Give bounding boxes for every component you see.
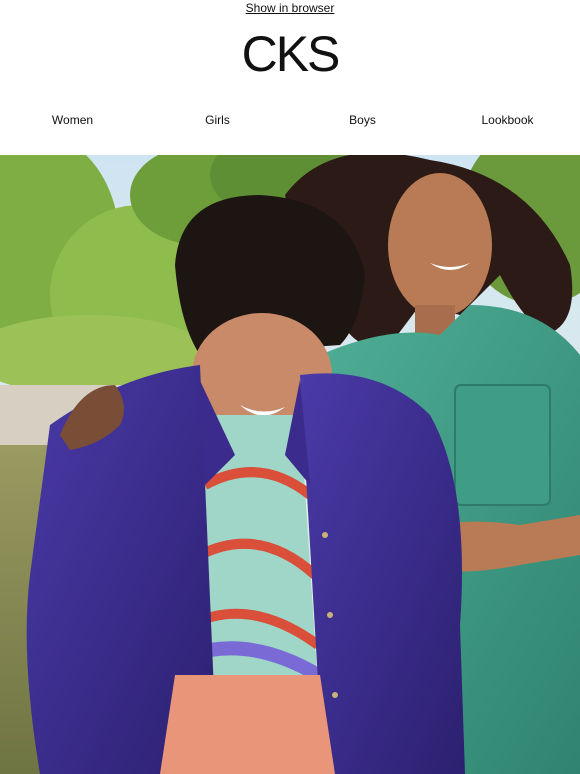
nav-item-lookbook[interactable]: Lookbook <box>435 108 580 132</box>
show-in-browser-link[interactable]: Show in browser <box>0 0 580 16</box>
nav-item-women[interactable]: Women <box>0 108 145 132</box>
brand-logo[interactable]: CKS <box>0 26 580 82</box>
nav-item-girls[interactable]: Girls <box>145 108 290 132</box>
shirt-pocket <box>454 384 551 506</box>
main-nav: Women Girls Boys Lookbook <box>0 108 580 132</box>
hero-photo-illustration <box>0 155 580 774</box>
left-woman-pants <box>160 675 335 774</box>
nav-item-boys[interactable]: Boys <box>290 108 435 132</box>
right-woman-face <box>388 173 492 317</box>
hero-image[interactable] <box>0 155 580 774</box>
